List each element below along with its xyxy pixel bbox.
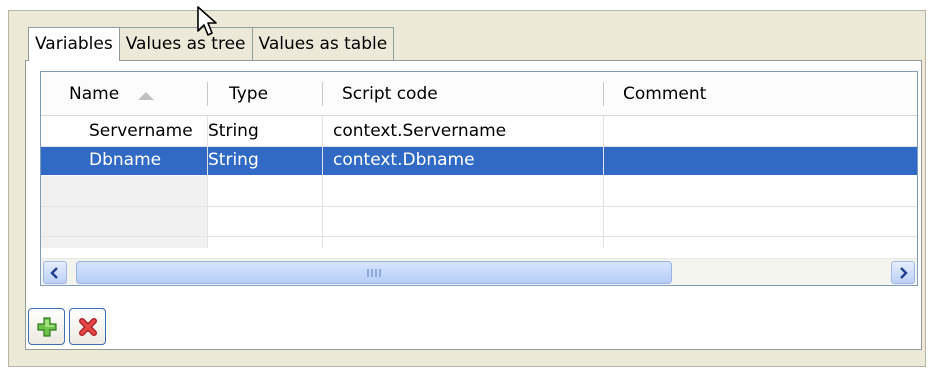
cell-type: String — [208, 150, 259, 170]
column-gridline — [322, 116, 323, 248]
column-gridline — [603, 116, 604, 248]
delete-x-icon — [78, 317, 97, 336]
sort-ascending-icon — [138, 92, 154, 100]
add-variable-button[interactable] — [28, 308, 65, 345]
tab-variables[interactable]: Variables — [28, 27, 120, 61]
column-header-script-code[interactable]: Script code — [342, 72, 438, 116]
tab-values-as-tree[interactable]: Values as tree — [118, 27, 253, 60]
column-header-name[interactable]: Name — [69, 72, 119, 116]
grip-icon — [367, 269, 381, 277]
tab-values-as-table[interactable]: Values as table — [251, 27, 395, 60]
column-separator[interactable] — [207, 82, 208, 106]
column-gridline — [207, 116, 208, 248]
cell-script-code: context.Dbname — [333, 150, 475, 170]
chevron-left-icon[interactable] — [43, 261, 67, 284]
row-divider — [41, 146, 917, 147]
empty-row-area — [41, 176, 207, 248]
column-separator[interactable] — [603, 82, 604, 106]
cell-script-code: context.Servername — [333, 121, 507, 141]
table-header: Name Type Script code Comment — [41, 72, 917, 116]
cell-type: String — [208, 121, 259, 141]
scrollbar-thumb[interactable] — [76, 261, 672, 284]
table-row[interactable]: Servername String context.Servername — [41, 117, 917, 146]
chevron-right-icon[interactable] — [891, 261, 915, 284]
variables-table: Name Type Script code Comment Servername… — [40, 71, 918, 286]
row-divider — [41, 206, 917, 207]
mouse-pointer-icon — [197, 6, 217, 36]
horizontal-scrollbar[interactable] — [41, 258, 917, 285]
plus-icon — [36, 316, 57, 337]
column-separator[interactable] — [322, 82, 323, 106]
column-header-comment[interactable]: Comment — [623, 72, 706, 116]
cell-name: Dbname — [89, 150, 162, 170]
column-header-type[interactable]: Type — [229, 72, 268, 116]
table-row[interactable]: Dbname String context.Dbname — [41, 146, 917, 175]
row-divider — [41, 236, 917, 237]
cell-name: Servername — [89, 121, 193, 141]
remove-variable-button[interactable] — [69, 308, 106, 345]
